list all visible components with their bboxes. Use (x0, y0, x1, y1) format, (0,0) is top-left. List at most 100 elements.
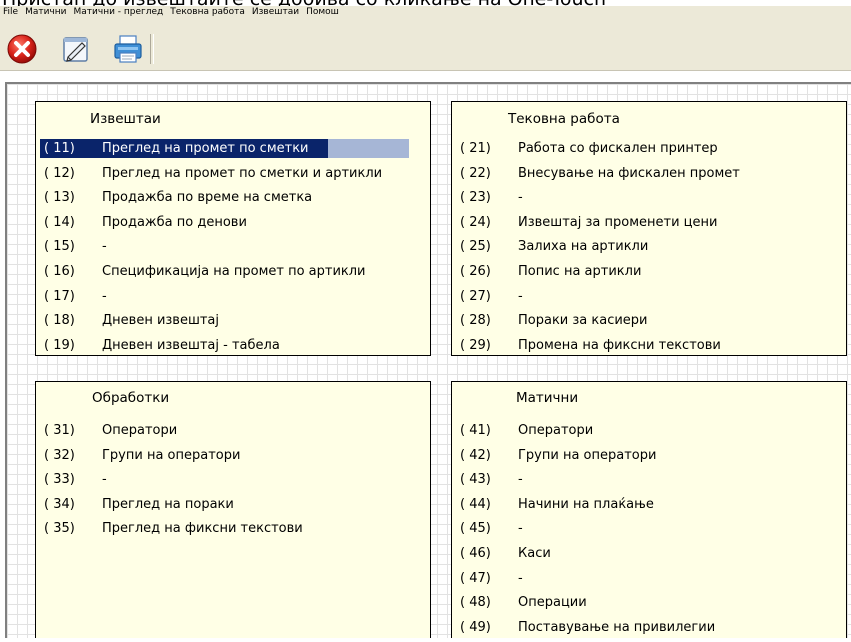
item-number: ( 49) (460, 619, 491, 635)
menu-bar: File Матични Матични - преглед Тековна р… (0, 6, 851, 28)
item-number: ( 21) (460, 141, 491, 156)
panel-processing: Обработки ( 31) Оператори ( 32) Групи на о… (35, 381, 431, 638)
list-item-33[interactable]: ( 33) - (40, 470, 426, 495)
toolbar (0, 28, 851, 71)
menu-help[interactable]: Помош (303, 6, 343, 18)
panel-master-list: ( 41) Оператори ( 42) Групи на оператори (… (456, 421, 842, 642)
item-label: Каси (518, 545, 551, 561)
list-item-15[interactable]: ( 15) - (40, 237, 426, 262)
item-number: ( 14) (44, 214, 75, 230)
item-label: Залиха на артикли (518, 239, 649, 255)
item-label: Дневен извештај - табела (102, 337, 280, 353)
item-number: ( 42) (460, 447, 491, 463)
list-item-27[interactable]: ( 27) - (456, 287, 842, 312)
item-label: Работа со фискален принтер (518, 141, 718, 156)
item-number: ( 35) (44, 521, 75, 537)
item-number: ( 25) (460, 239, 491, 255)
item-number: ( 43) (460, 472, 491, 488)
item-number: ( 26) (460, 263, 491, 279)
panel-current-work-title: Тековна работа (508, 111, 620, 127)
list-item-31[interactable]: ( 31) Оператори (40, 421, 426, 446)
list-item-48[interactable]: ( 48) Операции (456, 593, 842, 618)
item-label: Внесување на фискален промет (518, 165, 740, 181)
printer-icon (114, 35, 142, 63)
edit-button[interactable] (60, 33, 92, 65)
list-item-11[interactable]: ( 11) Преглед на промет по сметки (40, 139, 426, 164)
item-number: ( 47) (460, 570, 491, 586)
list-item-19[interactable]: ( 19) Дневен извештај - табела (40, 336, 426, 361)
item-number: ( 15) (44, 239, 75, 255)
item-number: ( 41) (460, 423, 491, 438)
list-item-49[interactable]: ( 49) Поставување на привилегии (456, 618, 842, 642)
item-label: Продажба по време на сметка (102, 190, 313, 206)
item-number: ( 31) (44, 423, 75, 438)
item-number: ( 34) (44, 496, 75, 512)
item-label: Преглед на пораки (102, 496, 234, 512)
list-item-41[interactable]: ( 41) Оператори (456, 421, 842, 446)
item-label: Попис на артикли (518, 263, 642, 279)
item-number: ( 22) (460, 165, 491, 181)
list-item-45[interactable]: ( 45) - (456, 519, 842, 544)
item-label: - (518, 288, 523, 304)
list-item-12[interactable]: ( 12) Преглед на промет по сметки и артик… (40, 164, 426, 189)
list-item-29[interactable]: ( 29) Промена на фиксни текстови (456, 336, 842, 361)
item-number: ( 19) (44, 337, 75, 353)
list-item-47[interactable]: ( 47) - (456, 569, 842, 594)
panel-reports: Извештаи ( 11) Преглед на промет по сметк… (35, 101, 431, 356)
panel-master: Матични ( 41) Оператори ( 42) Групи на опе… (451, 381, 847, 638)
list-item-23[interactable]: ( 23) - (456, 188, 842, 213)
panel-reports-title: Извештаи (90, 111, 161, 127)
menu-current-work[interactable]: Тековна работа (167, 6, 249, 18)
panel-current-work: Тековна работа ( 21) Работа со фискален п… (451, 101, 847, 356)
item-number: ( 27) (460, 288, 491, 304)
item-number: ( 33) (44, 472, 75, 488)
item-label: Оператори (102, 423, 178, 438)
list-item-28[interactable]: ( 28) Пораки за касиери (456, 311, 842, 336)
list-item-26[interactable]: ( 26) Попис на артикли (456, 262, 842, 287)
item-label: Пораки за касиери (518, 313, 648, 329)
item-number: ( 11) (44, 141, 75, 156)
item-label: Преглед на фиксни текстови (102, 521, 303, 537)
item-label: Поставување на привилегии (518, 619, 716, 635)
menu-file[interactable]: File (0, 6, 22, 18)
list-item-35[interactable]: ( 35) Преглед на фиксни текстови (40, 519, 426, 544)
menu-reports[interactable]: Извештаи (249, 6, 303, 18)
item-number: ( 13) (44, 190, 75, 206)
item-label: - (518, 570, 523, 586)
list-item-21[interactable]: ( 21) Работа со фискален принтер (456, 139, 842, 164)
item-label: Операции (518, 595, 587, 611)
menu-master[interactable]: Матични (22, 6, 70, 18)
item-number: ( 44) (460, 496, 491, 512)
print-button[interactable] (112, 33, 144, 65)
item-label: Преглед на промет по сметки (102, 141, 309, 156)
list-item-25[interactable]: ( 25) Залиха на артикли (456, 237, 842, 262)
list-item-13[interactable]: ( 13) Продажба по време на сметка (40, 188, 426, 213)
list-item-14[interactable]: ( 14) Продажба по денови (40, 213, 426, 238)
list-item-34[interactable]: ( 34) Преглед на пораки (40, 495, 426, 520)
list-item-18[interactable]: ( 18) Дневен извештај (40, 311, 426, 336)
item-label: - (518, 190, 523, 206)
list-item-44[interactable]: ( 44) Начини на плаќање (456, 495, 842, 520)
item-label: Спецификација на промет по артикли (102, 263, 366, 279)
item-label: Преглед на промет по сметки и артикли (102, 165, 383, 181)
item-number: ( 46) (460, 545, 491, 561)
list-item-16[interactable]: ( 16) Спецификација на промет по артикли (40, 262, 426, 287)
item-label: Оператори (518, 423, 594, 438)
item-number: ( 28) (460, 313, 491, 329)
item-number: ( 18) (44, 313, 75, 329)
close-button[interactable] (6, 33, 38, 65)
list-item-17[interactable]: ( 17) - (40, 287, 426, 312)
toolbar-separator (150, 34, 154, 64)
list-item-46[interactable]: ( 46) Каси (456, 544, 842, 569)
item-label: Групи на оператори (102, 447, 241, 463)
item-label: - (102, 239, 107, 255)
list-item-32[interactable]: ( 32) Групи на оператори (40, 446, 426, 471)
menu-master-view[interactable]: Матични - преглед (71, 6, 168, 18)
list-item-24[interactable]: ( 24) Извештај за променети цени (456, 213, 842, 238)
item-label: Групи на оператори (518, 447, 657, 463)
list-item-42[interactable]: ( 42) Групи на оператори (456, 446, 842, 471)
list-item-43[interactable]: ( 43) - (456, 470, 842, 495)
item-label: Продажба по денови (102, 214, 247, 230)
list-item-22[interactable]: ( 22) Внесување на фискален промет (456, 164, 842, 189)
item-label: - (102, 472, 107, 488)
